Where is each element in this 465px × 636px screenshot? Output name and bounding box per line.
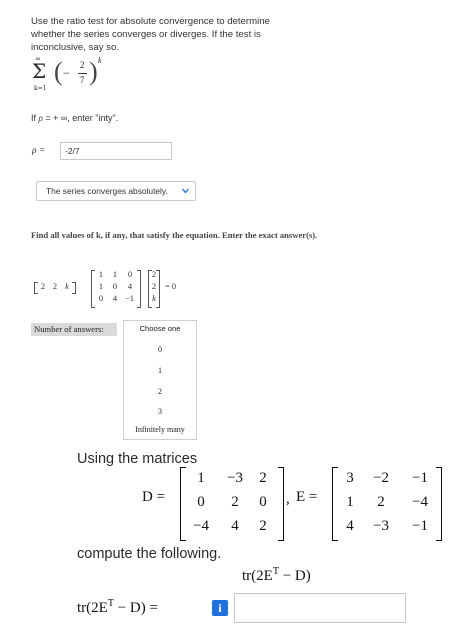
- expression: tr(2ET − D): [242, 566, 311, 585]
- d-label: D =: [142, 489, 166, 505]
- matrix-cell: 0: [127, 270, 133, 279]
- answer-label: tr(2ET − D) =: [77, 598, 158, 617]
- matrix-d-cell: −3: [227, 470, 243, 486]
- rho-label: ρ =: [32, 145, 45, 156]
- matrix-d-cell: 1: [197, 470, 205, 486]
- matrix-d-cell: −4: [193, 518, 209, 534]
- answer-label-head: tr(2E: [77, 600, 108, 616]
- row-vector-entry: k: [65, 282, 69, 291]
- row-vector-entry: 2: [40, 282, 46, 291]
- matrix-e-cell: −1: [412, 470, 428, 486]
- rho-label-text: ρ =: [32, 146, 46, 156]
- convergence-select[interactable]: The series converges absolutely.: [36, 181, 196, 201]
- answer-label-tail: − D) =: [113, 600, 158, 616]
- matrix-e: 3 −2 −1 1 2 −4 4 −3 −1: [332, 467, 442, 541]
- series-minus-sign: −: [63, 66, 70, 80]
- find-k-instructions: Find all values of k, if any, that satis…: [31, 230, 318, 240]
- matrix-e-cell: −1: [412, 518, 428, 534]
- convergence-select-value: The series converges absolutely.: [46, 186, 168, 196]
- matrix-e-cell: −2: [373, 470, 389, 486]
- series-exponent: k: [98, 56, 102, 65]
- fraction-bar: [78, 73, 87, 74]
- matrix-cell: 1: [112, 270, 118, 279]
- matrix-d-cell: 0: [259, 494, 267, 510]
- matrix-cell: 0: [98, 294, 104, 303]
- e-label: E =: [296, 489, 318, 505]
- matrix-d-cell: 2: [231, 494, 239, 510]
- note-if: If: [31, 113, 39, 123]
- option-2[interactable]: 2: [124, 387, 196, 396]
- compute-text: compute the following.: [77, 546, 222, 562]
- matrix-cell: −1: [125, 294, 134, 303]
- matrix-separator: ,: [286, 491, 290, 507]
- option-0[interactable]: 0: [124, 345, 196, 354]
- matrix-right-bracket: [137, 270, 141, 308]
- matrix-cell: 4: [112, 294, 118, 303]
- row-vector-right-bracket: [72, 282, 76, 294]
- infinity-note: If ρ = + ∞, enter "inty".: [31, 113, 118, 123]
- matrix-d-cell: 0: [197, 494, 205, 510]
- series-open-paren: (: [54, 57, 63, 86]
- row-vector-entry: 2: [52, 282, 58, 291]
- matrix-e-cell: 1: [346, 494, 354, 510]
- column-vector-entry: 2: [151, 270, 157, 279]
- matrix-e-cell: 3: [346, 470, 354, 486]
- matrix-cell: 1: [98, 282, 104, 291]
- matrix-e-cell: −4: [412, 494, 428, 510]
- coefficient-matrix: 1 1 0 1 0 4 0 4 −1: [91, 270, 141, 308]
- info-icon[interactable]: i: [212, 600, 228, 616]
- expression-head: tr(2E: [242, 568, 273, 584]
- matrix-e-right-bracket: [436, 467, 442, 541]
- number-of-answers-label: Number of answers:: [31, 323, 117, 336]
- column-vector-entry: 2: [151, 282, 157, 291]
- ratio-test-instructions: Use the ratio test for absolute converge…: [31, 16, 270, 53]
- matrix-cell: 4: [127, 282, 133, 291]
- note-rest: = + ∞, enter "inty".: [42, 113, 119, 123]
- option-3[interactable]: 3: [124, 407, 196, 416]
- using-matrices-text: Using the matrices: [77, 451, 198, 467]
- row-vector: 2 2 k: [34, 282, 76, 294]
- chevron-down-icon: [182, 188, 189, 194]
- matrix-d: 1 −3 2 0 2 0 −4 4 2: [180, 467, 284, 541]
- matrix-d-right-bracket: [278, 467, 284, 541]
- fraction-numerator: 2: [80, 60, 85, 70]
- matrix-e-cell: 2: [377, 494, 385, 510]
- column-vector: 2 2 k: [148, 270, 160, 308]
- series-close-paren: ): [89, 57, 98, 86]
- trace-answer-input[interactable]: [234, 593, 406, 623]
- matrix-cell: 0: [112, 282, 118, 291]
- matrix-e-cell: 4: [346, 518, 354, 534]
- number-of-answers-dropdown[interactable]: Choose one 0 1 2 3 Infinitely many: [123, 320, 197, 440]
- matrix-d-cell: 4: [231, 518, 239, 534]
- matrix-d-cell: 2: [259, 518, 267, 534]
- option-1[interactable]: 1: [124, 366, 196, 375]
- expression-tail: − D): [278, 568, 311, 584]
- sigma-symbol: Σ: [32, 59, 47, 83]
- column-vector-entry: k: [152, 294, 156, 303]
- rho-input[interactable]: -2/7: [60, 142, 172, 160]
- series-lower-limit: k=1: [34, 85, 47, 92]
- fraction-denominator: 7: [80, 75, 85, 85]
- matrix-cell: 1: [98, 270, 104, 279]
- choose-one-label: Choose one: [139, 324, 181, 333]
- equals-zero: = 0: [165, 282, 177, 291]
- option-infinitely-many[interactable]: Infinitely many: [124, 425, 196, 434]
- matrix-e-cell: −3: [373, 518, 389, 534]
- matrix-d-cell: 2: [259, 470, 267, 486]
